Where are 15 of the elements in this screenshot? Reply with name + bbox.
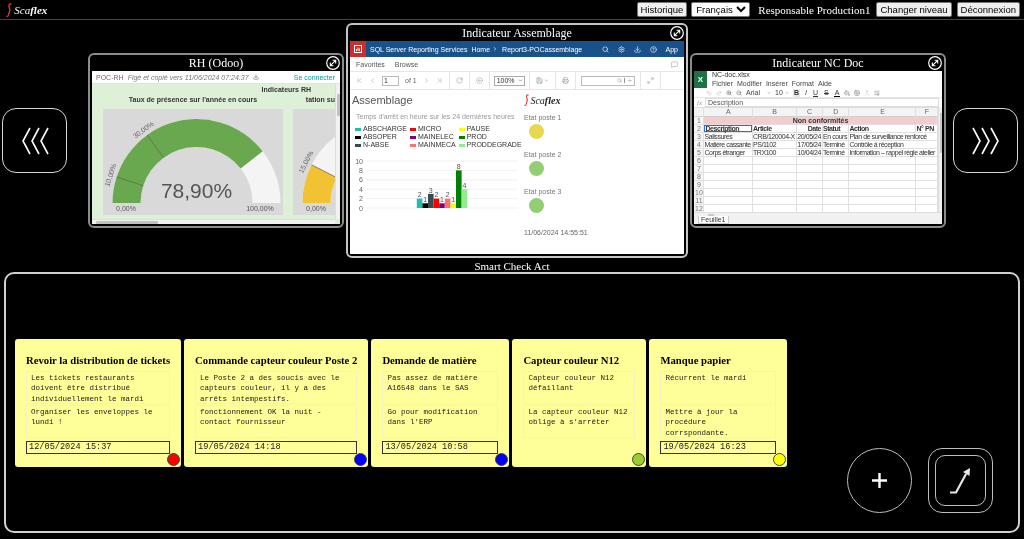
spreadsheet-logo: X [694, 71, 707, 88]
report-title: Assemblage [352, 94, 413, 107]
panel-title: RH (Odoo) [188, 55, 244, 71]
logo-text: Scaflex [530, 94, 561, 106]
panel-title: Indicateur NC Doc [772, 55, 864, 71]
section-title: Smart Check Act [474, 261, 550, 272]
card-title: Manque papier [660, 352, 732, 367]
panel-title: Indicateur Assemblage [462, 25, 572, 41]
card-title: Demande de matière [382, 352, 478, 367]
user-name: Responsable Production1 [758, 3, 871, 16]
gauge-value: 78,90% [160, 179, 233, 202]
card-title: Commande capteur couleur Poste 2 [195, 352, 358, 367]
logo-text: Scaflex [14, 3, 48, 16]
card-title: Capteur couleur N12 [523, 352, 621, 367]
card-title: Revoir la distribution de tickets [26, 352, 171, 367]
